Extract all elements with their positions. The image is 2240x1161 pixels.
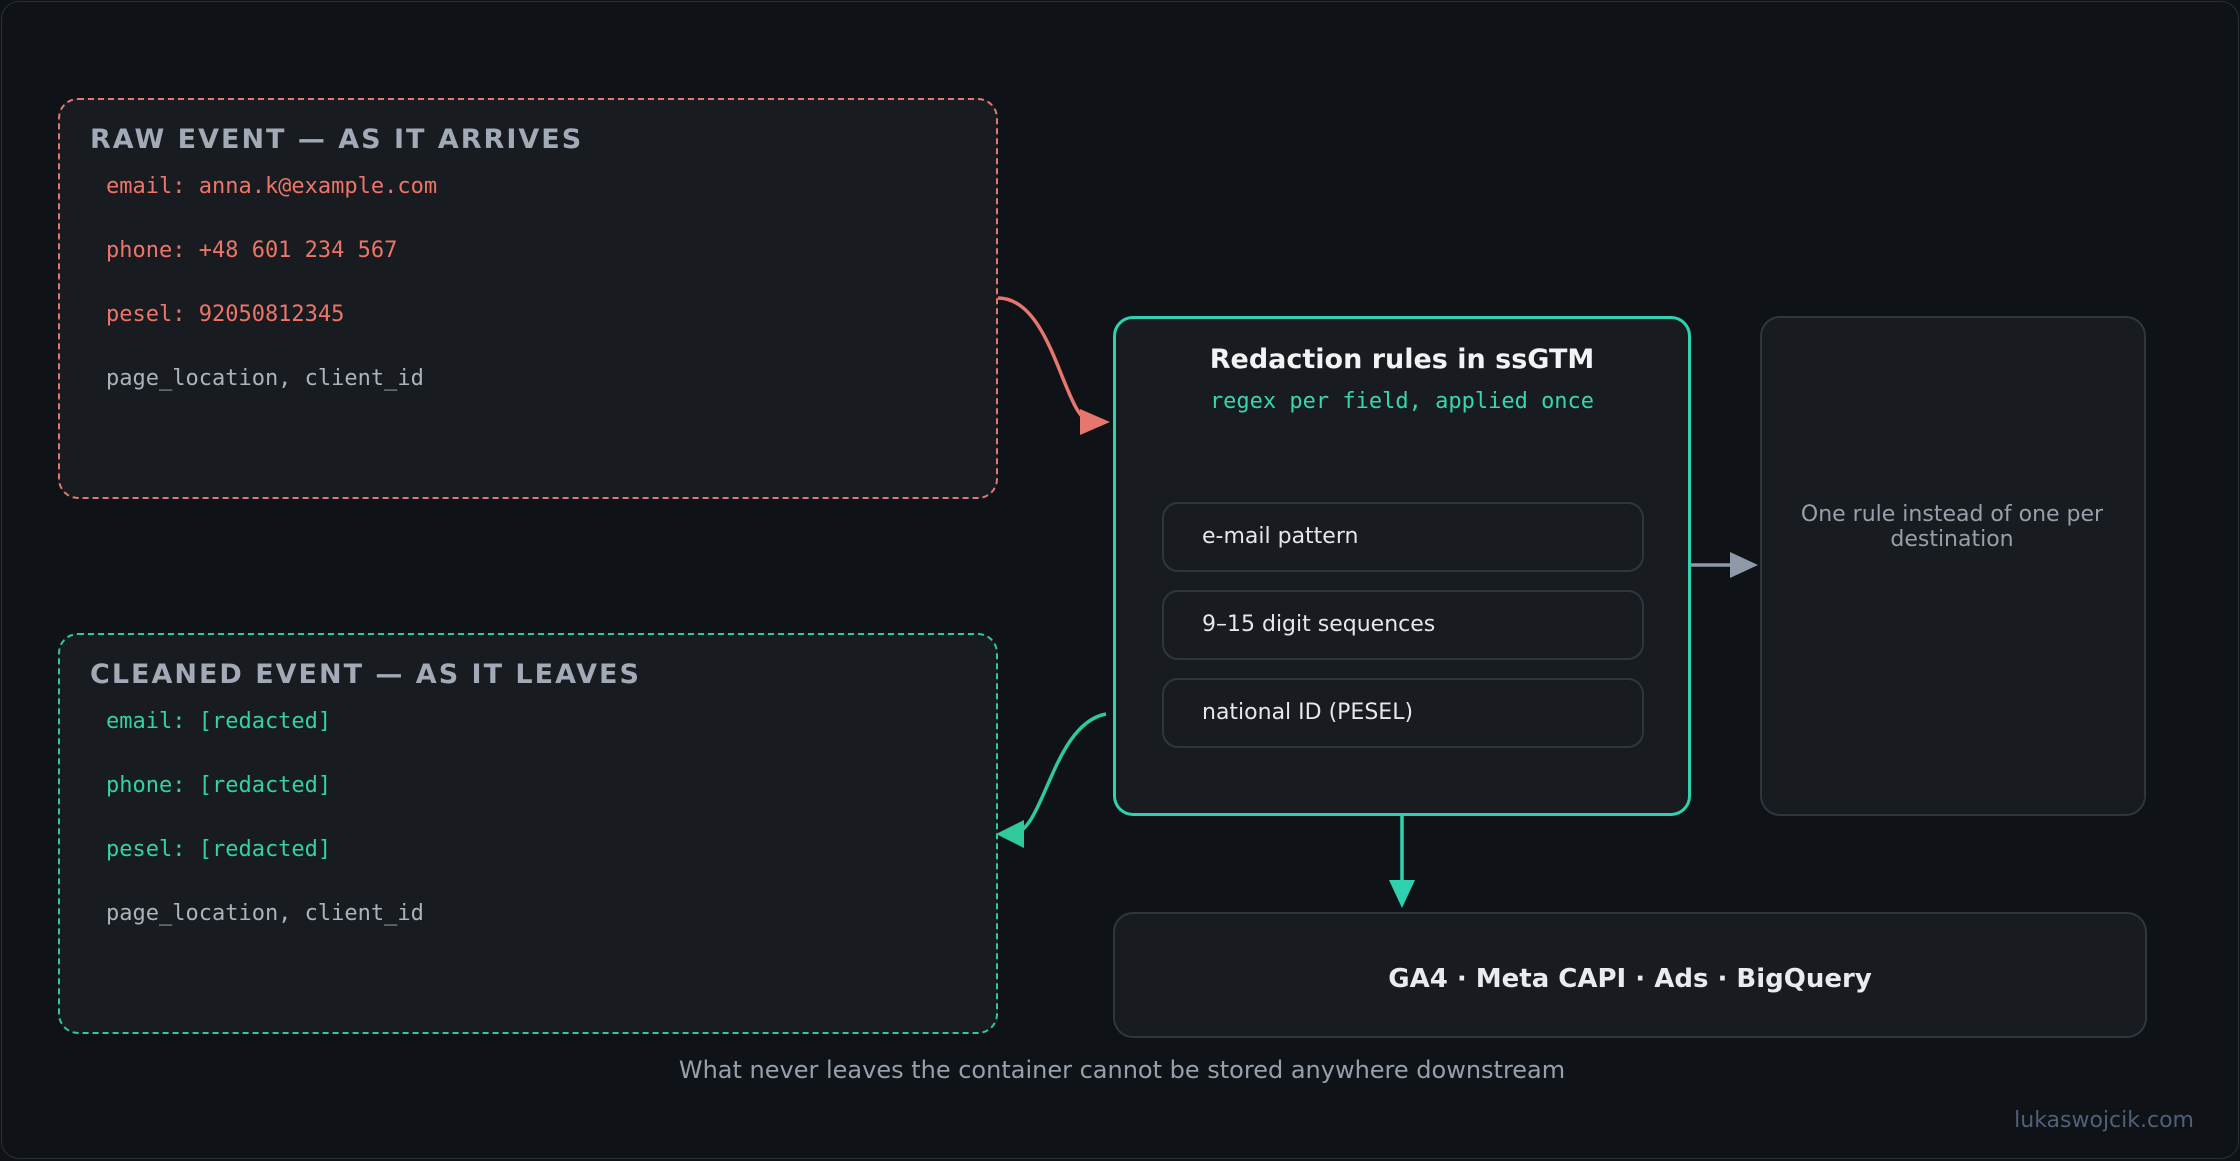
raw-to-rules-arrowhead bbox=[1080, 409, 1110, 435]
rules-to-cleaned-connector bbox=[1011, 712, 1107, 836]
rules-to-note-arrowhead bbox=[1730, 552, 1758, 578]
raw-to-rules-connector bbox=[997, 296, 1093, 424]
connector-layer bbox=[996, 296, 1758, 908]
diagram-canvas: RAW EVENT — AS IT ARRIVES email: anna.k@… bbox=[1, 1, 2239, 1159]
rules-to-cleaned-arrowhead bbox=[996, 820, 1024, 848]
rules-to-destinations-arrowhead bbox=[1389, 880, 1415, 908]
